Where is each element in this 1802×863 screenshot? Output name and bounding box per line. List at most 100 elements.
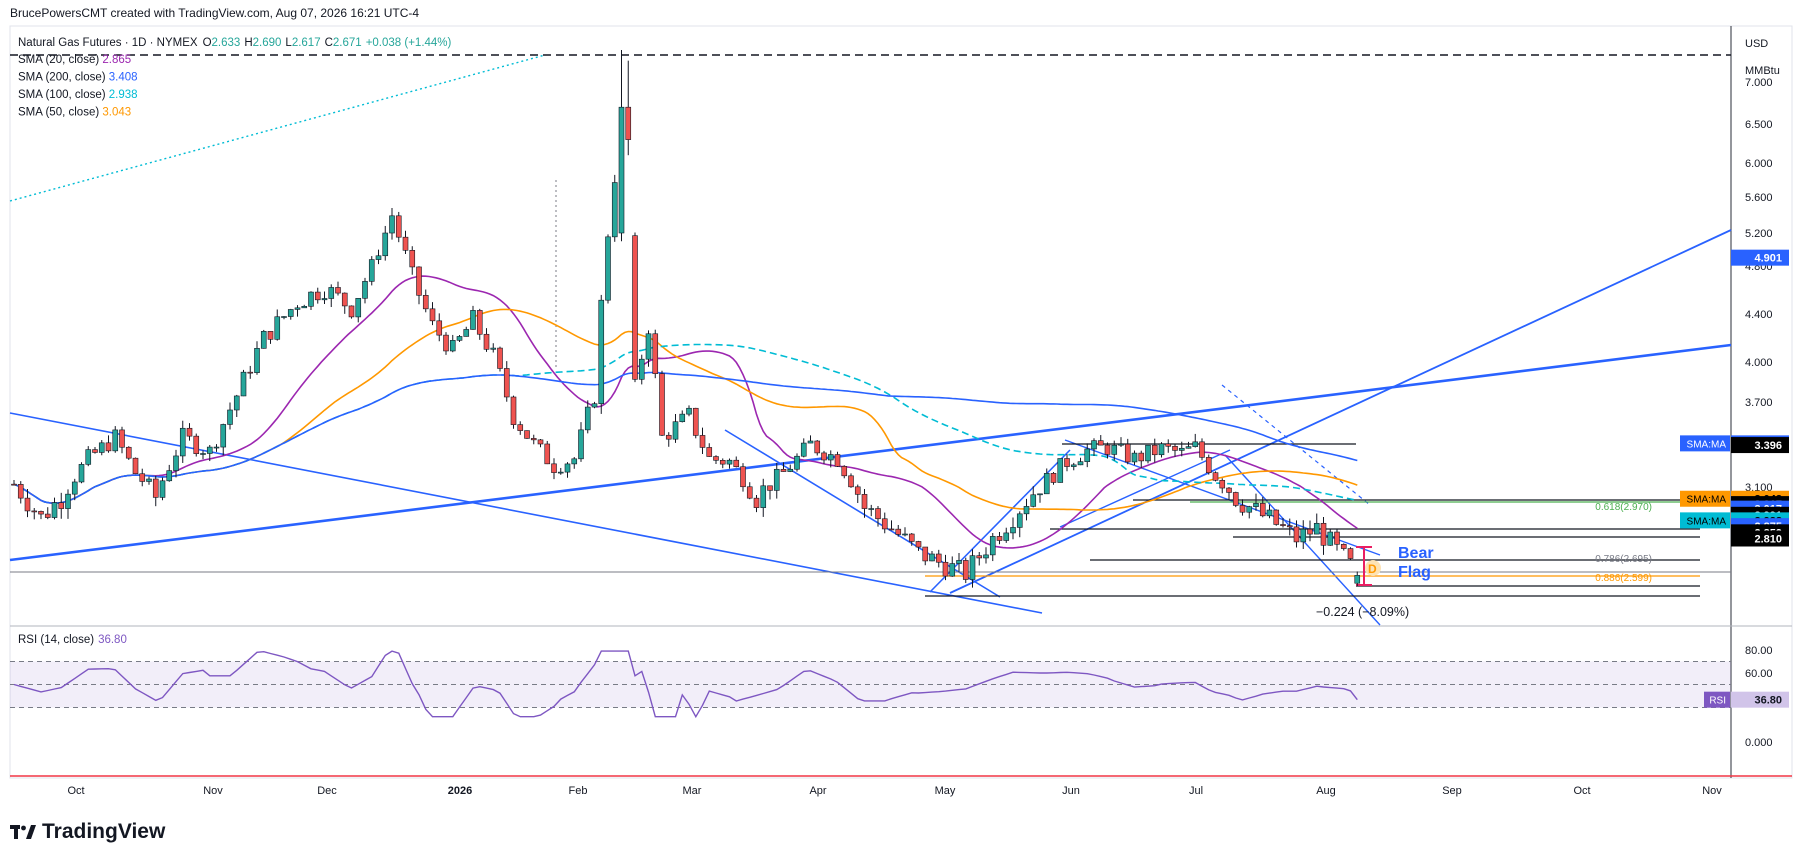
candle-body-72 xyxy=(254,348,260,373)
major-uptrend-line xyxy=(9,343,1732,562)
time-axis: Oct Nov Dec 2026 Feb Mar Apr May Jun Jul Aug Sep Oct… xyxy=(67,785,1722,797)
price-tick-7-000: 7.000 xyxy=(1745,77,1773,89)
candle-body-330 xyxy=(1124,443,1131,463)
candle-body-376 xyxy=(1280,524,1286,526)
candle-body-296 xyxy=(1010,527,1016,534)
rsi-tick-80-00: 80.00 xyxy=(1745,645,1773,657)
candle-body-138 xyxy=(476,310,483,335)
candle-body-222 xyxy=(760,485,767,508)
time-label-oct-0: Oct xyxy=(67,785,84,797)
candle-body-110 xyxy=(382,232,389,257)
price-unit-2: MMBtu xyxy=(1745,65,1780,77)
bear-flag-label-1: Bear xyxy=(1398,545,1434,562)
candle-body-172 xyxy=(591,403,598,408)
candle-body-372 xyxy=(1266,509,1273,517)
candle-body-156 xyxy=(537,439,544,445)
candle-body-234 xyxy=(800,442,807,457)
rsi-tick-60-00: 60.00 xyxy=(1745,668,1773,680)
candle-body-224 xyxy=(767,485,773,491)
candle-body-218 xyxy=(746,486,753,499)
candle-body-378 xyxy=(1286,525,1293,528)
candle-body-366 xyxy=(1246,506,1253,513)
candle-body-256 xyxy=(875,508,881,520)
candle-body-232 xyxy=(794,455,800,470)
rsi-value-label: 36.80 xyxy=(1754,695,1782,707)
candle-body-390 xyxy=(1327,531,1334,546)
candle-body-56 xyxy=(200,453,206,455)
candle-body-370 xyxy=(1259,503,1266,517)
candle-body-196 xyxy=(672,421,679,440)
candle-body-186 xyxy=(638,358,645,380)
rsi-pane: 80.0060.0040.000.00036.80RSI xyxy=(10,645,1789,749)
candle-body-134 xyxy=(463,329,470,337)
candle-body-100 xyxy=(348,305,355,318)
candle-body-22 xyxy=(85,449,92,465)
candle-body-328 xyxy=(1118,443,1124,446)
rsi-tag: RSI xyxy=(1709,696,1726,707)
candle-body-168 xyxy=(578,429,584,460)
candle-body-240 xyxy=(821,452,827,461)
candle-body-40 xyxy=(146,478,152,482)
candle-body-30 xyxy=(112,429,119,452)
candle-body-336 xyxy=(1145,444,1151,462)
candle-body-0 xyxy=(11,483,17,486)
price-label-3-396-2: 3.396 xyxy=(1754,440,1782,452)
time-label-sep-11: Sep xyxy=(1442,785,1462,797)
candle-body-322 xyxy=(1097,440,1104,446)
candle-body-124 xyxy=(429,308,436,322)
price-label-3-408-1-tag: SMA:MA xyxy=(1687,439,1727,450)
rsi-tick-0-000: 0.000 xyxy=(1745,737,1773,749)
candle-body-38 xyxy=(139,473,146,482)
candle-body-290 xyxy=(989,536,996,556)
candle-body-220 xyxy=(753,497,760,508)
candle-body-262 xyxy=(895,528,902,535)
candle-body-398 xyxy=(1354,575,1361,584)
candle-body-28 xyxy=(105,442,112,452)
candle-body-106 xyxy=(368,259,375,282)
candle-body-350 xyxy=(1192,441,1199,447)
candle-body-4 xyxy=(24,497,31,512)
candle-body-120 xyxy=(416,266,422,296)
price-tick-5-200: 5.200 xyxy=(1745,228,1773,240)
candle-body-354 xyxy=(1205,457,1212,473)
candle-body-386 xyxy=(1313,522,1320,535)
candle-body-292 xyxy=(996,536,1003,541)
candle-body-250 xyxy=(854,486,861,495)
price-chart[interactable]: 7.0006.5006.0005.6005.2004.8004.4004.000… xyxy=(0,0,1802,800)
candle-body-60 xyxy=(213,446,220,449)
candle-body-162 xyxy=(557,471,564,474)
candle-body-20 xyxy=(78,464,85,483)
candle-body-16 xyxy=(65,493,71,509)
candle-body-62 xyxy=(220,424,227,448)
sma-20-line xyxy=(13,275,1358,549)
candle-body-194 xyxy=(665,434,672,440)
rsi-title: RSI (14, close) 36.80 xyxy=(18,634,127,646)
tradingview-logo[interactable]: TradingView xyxy=(10,820,165,844)
candle-body-280 xyxy=(956,560,962,564)
candle-body-146 xyxy=(503,368,510,398)
pattern-marker-text: D xyxy=(1368,562,1377,576)
uptrend-line-2 xyxy=(949,229,1732,594)
candle-body-316 xyxy=(1077,461,1084,466)
candle-body-116 xyxy=(402,236,409,251)
legend-item-sma-200-close: SMA (200, close) 3.408 xyxy=(18,72,138,84)
indicator-legend: SMA (20, close) 2.865 SMA (200, close) 3.… xyxy=(18,54,138,119)
candle-body-66 xyxy=(233,395,240,411)
candle-body-32 xyxy=(119,429,125,448)
candle-body-198 xyxy=(679,413,686,423)
candle-body-252 xyxy=(861,494,868,509)
candle-body-166 xyxy=(571,458,578,465)
tradingview-logo-icon xyxy=(10,825,36,839)
candle-body-258 xyxy=(881,518,888,530)
candle-body-86 xyxy=(301,306,308,309)
candle-body-178 xyxy=(611,182,618,238)
candle-body-208 xyxy=(713,456,719,461)
candle-body-212 xyxy=(726,459,733,465)
candle-body-34 xyxy=(125,446,132,459)
candle-body-228 xyxy=(780,468,787,472)
candle-body-340 xyxy=(1158,443,1165,456)
candle-body-102 xyxy=(355,297,362,318)
sma-100-line xyxy=(13,343,1358,504)
candle-body-318 xyxy=(1084,448,1091,462)
candle-body-268 xyxy=(915,541,922,548)
